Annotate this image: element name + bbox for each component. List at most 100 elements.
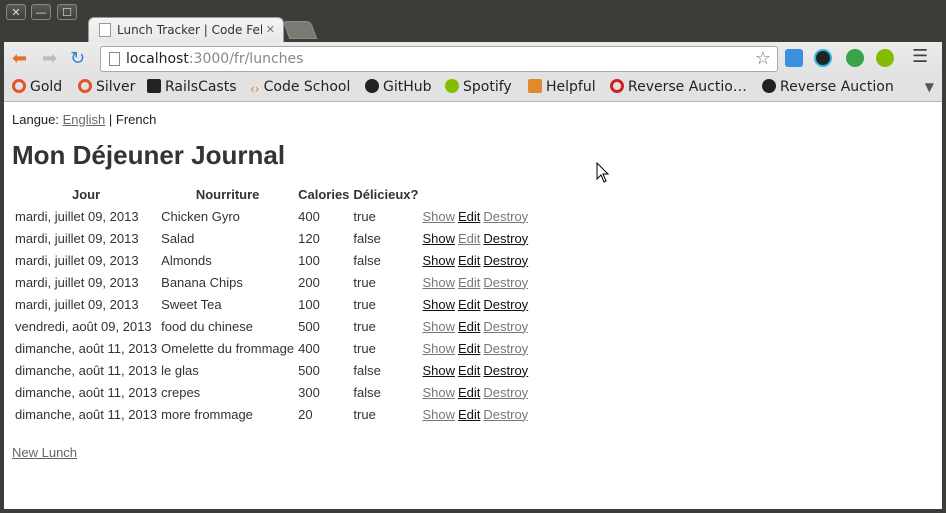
edit-link[interactable]: Edit [458, 231, 480, 246]
show-link[interactable]: Show [422, 319, 455, 334]
bookmark-silver[interactable]: Silver [78, 79, 135, 95]
show-link[interactable]: Show [422, 231, 455, 246]
menu-icon[interactable]: ☰ [912, 46, 928, 68]
cell-actions: Show Edit Destroy [421, 316, 532, 336]
spotify-icon[interactable] [876, 49, 894, 67]
cell-actions: Show Edit Destroy [421, 206, 532, 226]
show-link[interactable]: Show [422, 253, 455, 268]
cell-food: Chicken Gyro [161, 208, 240, 224]
edit-link[interactable]: Edit [458, 319, 480, 334]
bookmark-icon [78, 79, 92, 93]
tab-title: Lunch Tracker | Code Fellows [117, 23, 262, 37]
destroy-link[interactable]: Destroy [483, 253, 528, 268]
star-icon[interactable]: ☆ [755, 48, 771, 69]
table-row: mardi, juillet 09, 2013 Chicken Gyro 400 tr… [14, 206, 532, 226]
code-icon: ‹› [250, 82, 260, 96]
extension-icon[interactable] [814, 49, 832, 67]
destroy-link[interactable]: Destroy [483, 319, 528, 334]
edit-link[interactable]: Edit [458, 385, 480, 400]
show-link[interactable]: Show [422, 275, 455, 290]
chevron-down-icon[interactable]: ▼ [925, 80, 934, 94]
edit-link[interactable]: Edit [458, 297, 480, 312]
table-row: dimanche, août 11, 2013 more frommage 20 tr… [14, 404, 532, 424]
destroy-link[interactable]: Destroy [483, 385, 528, 400]
edit-link[interactable]: Edit [458, 209, 480, 224]
new-lunch-link[interactable]: New Lunch [12, 445, 77, 460]
cell-tasty: false [353, 252, 381, 268]
bookmark-label: Spotify [463, 79, 512, 95]
language-english-link[interactable]: English [63, 112, 106, 127]
edit-link[interactable]: Edit [458, 363, 480, 378]
url-text[interactable]: localhost:3000/fr/lunches [126, 51, 303, 67]
edit-link[interactable]: Edit [458, 407, 480, 422]
table-row: dimanche, août 11, 2013 crepes 300 false Sho… [14, 382, 532, 402]
show-link[interactable]: Show [422, 209, 455, 224]
table-row: mardi, juillet 09, 2013 Salad 120 false Show… [14, 228, 532, 248]
cell-calories: 120 [298, 230, 320, 246]
cell-tasty: false [353, 230, 381, 246]
address-bar[interactable]: localhost:3000/fr/lunches ☆ [100, 46, 778, 72]
bookmark-code-school[interactable]: ‹› Code School [250, 79, 350, 96]
cell-tasty: true [353, 318, 376, 334]
cell-calories: 400 [298, 208, 320, 224]
destroy-link[interactable]: Destroy [483, 209, 528, 224]
extension-icon[interactable] [785, 49, 803, 67]
github-icon [762, 79, 776, 93]
bookmark-gold[interactable]: Gold [12, 79, 62, 95]
bookmark-reverse-auction-2[interactable]: Reverse Auction [762, 79, 894, 95]
cell-calories: 20 [298, 406, 313, 422]
bookmark-label: RailsCasts [165, 79, 237, 95]
bookmark-label: Reverse Auctio… [628, 79, 747, 95]
show-link[interactable]: Show [422, 385, 455, 400]
cell-tasty: true [353, 340, 376, 356]
tab-close-icon[interactable]: ✕ [266, 23, 275, 36]
window-close-button[interactable]: ✕ [6, 4, 26, 20]
language-french: French [115, 112, 157, 127]
cell-day: mardi, juillet 09, 2013 [15, 208, 139, 224]
cell-food: more frommage [161, 406, 253, 422]
show-link[interactable]: Show [422, 363, 455, 378]
cell-day: mardi, juillet 09, 2013 [15, 230, 139, 246]
browser-tab[interactable]: Lunch Tracker | Code Fellows ✕ [88, 17, 284, 43]
cell-tasty: true [353, 296, 376, 312]
show-link[interactable]: Show [422, 297, 455, 312]
destroy-link[interactable]: Destroy [483, 341, 528, 356]
show-link[interactable]: Show [422, 407, 455, 422]
cell-calories: 100 [298, 252, 320, 268]
bookmark-reverse-auction-1[interactable]: Reverse Auctio… [610, 79, 747, 95]
window-maximize-button[interactable]: ☐ [57, 4, 77, 20]
cell-food: le glas [161, 362, 199, 378]
bookmark-github[interactable]: GitHub [365, 79, 432, 95]
forward-icon[interactable]: ➡ [42, 48, 57, 70]
window-minimize-button[interactable]: — [31, 4, 51, 20]
edit-link[interactable]: Edit [458, 275, 480, 290]
page-icon [109, 52, 120, 66]
cell-calories: 100 [298, 296, 320, 312]
cell-calories: 500 [298, 362, 320, 378]
evernote-icon[interactable] [846, 49, 864, 67]
show-link[interactable]: Show [422, 341, 455, 356]
bookmark-label: Code School [263, 79, 351, 95]
reload-icon[interactable]: ↻ [70, 48, 85, 70]
cell-actions: Show Edit Destroy [421, 404, 532, 424]
bookmark-helpful[interactable]: Helpful [528, 79, 596, 95]
github-icon [365, 79, 379, 93]
cell-calories: 200 [298, 274, 320, 290]
new-tab-button[interactable] [282, 21, 318, 39]
edit-link[interactable]: Edit [458, 253, 480, 268]
destroy-link[interactable]: Destroy [483, 231, 528, 246]
destroy-link[interactable]: Destroy [483, 363, 528, 378]
destroy-link[interactable]: Destroy [483, 275, 528, 290]
destroy-link[interactable]: Destroy [483, 407, 528, 422]
bookmark-railscasts[interactable]: RailsCasts [147, 79, 237, 95]
cell-actions: Show Edit Destroy [421, 228, 532, 248]
back-icon[interactable]: ⬅ [12, 48, 27, 70]
language-switcher: Langue: English | French [12, 112, 156, 127]
cell-day: vendredi, août 09, 2013 [15, 318, 152, 334]
language-separator: | [108, 112, 113, 127]
edit-link[interactable]: Edit [458, 341, 480, 356]
destroy-link[interactable]: Destroy [483, 297, 528, 312]
mouse-cursor-icon [596, 162, 610, 183]
cell-food: crepes [161, 384, 201, 400]
bookmark-spotify[interactable]: Spotify [445, 79, 512, 95]
